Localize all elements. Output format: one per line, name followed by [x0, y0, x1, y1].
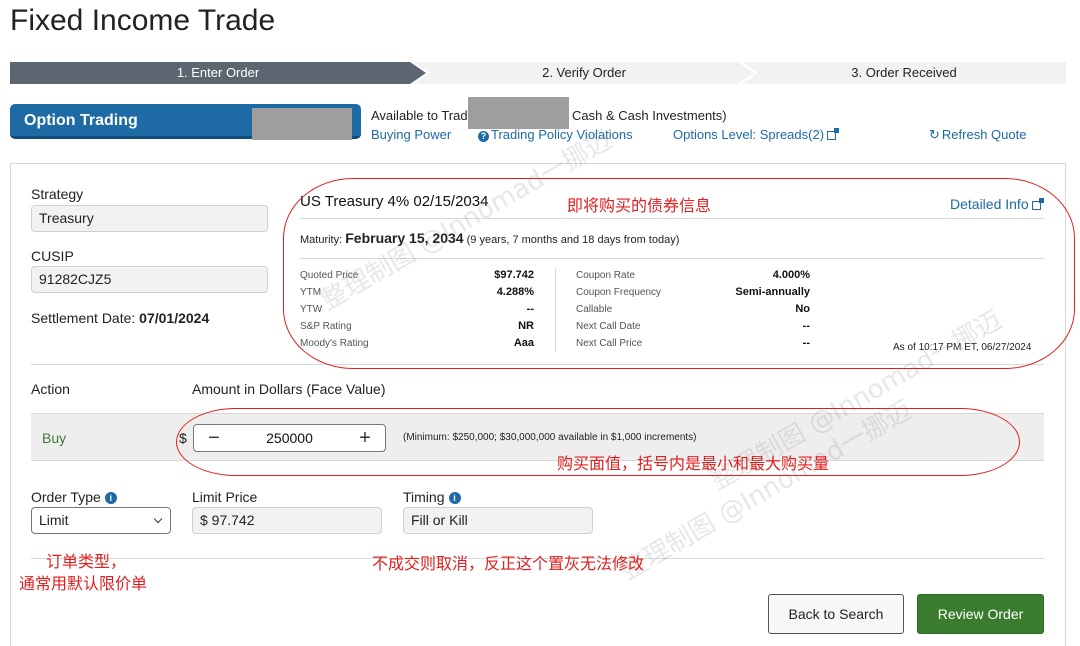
order-progress-stepper: 1. Enter Order 2. Verify Order 3. Order … [10, 62, 1066, 84]
options-level-link[interactable]: Options Level: Spreads(2) [673, 127, 840, 142]
step-order-received: 3. Order Received [742, 62, 1066, 84]
help-icon: ? [478, 131, 489, 142]
info-icon[interactable]: i [448, 492, 461, 504]
chevron-down-icon [153, 514, 163, 524]
order-type-selected: Limit [39, 512, 69, 528]
buying-power-link[interactable]: Buying Power [371, 127, 451, 142]
page-title: Fixed Income Trade [10, 4, 276, 37]
redacted-available-amount [468, 97, 569, 129]
redacted-account-number [252, 108, 352, 140]
external-link-icon [827, 128, 840, 140]
amount-label: Amount in Dollars (Face Value) [192, 381, 386, 397]
cusip-field: 91282CJZ5 [31, 266, 268, 293]
cusip-label: CUSIP [31, 248, 74, 264]
review-order-button[interactable]: Review Order [917, 594, 1044, 634]
settlement-date-label: Settlement Date: [31, 310, 136, 326]
step-enter-order: 1. Enter Order [10, 62, 426, 84]
order-type-select[interactable]: Limit [31, 507, 171, 534]
settlement-date: Settlement Date: 07/01/2024 [31, 310, 209, 326]
limit-price-label: Limit Price [192, 489, 258, 505]
order-type-label: Order Type i [31, 489, 117, 505]
trading-policy-violations-label: Trading Policy Violations [491, 127, 633, 142]
annotation-face-value: 购买面值，括号内是最小和最大购买量 [557, 454, 830, 473]
action-buy: Buy [42, 430, 67, 446]
annotation-order-type-line2: 通常用默认限价单 [19, 574, 148, 593]
annotation-bond-info: 即将购买的债券信息 [567, 196, 712, 215]
annotation-timing: 不成交则取消，反正这个置灰无法修改 [372, 554, 645, 573]
timing-field: Fill or Kill [403, 507, 593, 534]
limit-price-field: $ 97.742 [192, 507, 382, 534]
action-label: Action [31, 381, 70, 397]
info-icon[interactable]: i [104, 492, 117, 504]
settlement-date-value: 07/01/2024 [139, 310, 210, 326]
step-verify-order: 2. Verify Order [414, 62, 754, 84]
refresh-quote-label: Refresh Quote [941, 127, 1027, 142]
timing-label: Timing i [403, 489, 461, 505]
available-to-trade-label: Available to Trade [371, 108, 475, 123]
back-to-search-button[interactable]: Back to Search [768, 594, 904, 634]
timing-label-text: Timing [403, 489, 445, 505]
refresh-quote-link[interactable]: ↻ Refresh Quote [929, 127, 1026, 143]
option-trading-label: Option Trading [24, 112, 138, 129]
strategy-label: Strategy [31, 186, 84, 202]
order-type-label-text: Order Type [31, 489, 101, 505]
refresh-icon: ↻ [929, 127, 940, 142]
strategy-field: Treasury [31, 205, 268, 232]
options-level-label: Options Level: Spreads(2) [673, 127, 825, 142]
annotation-order-type-line1: 订单类型， [46, 552, 127, 571]
